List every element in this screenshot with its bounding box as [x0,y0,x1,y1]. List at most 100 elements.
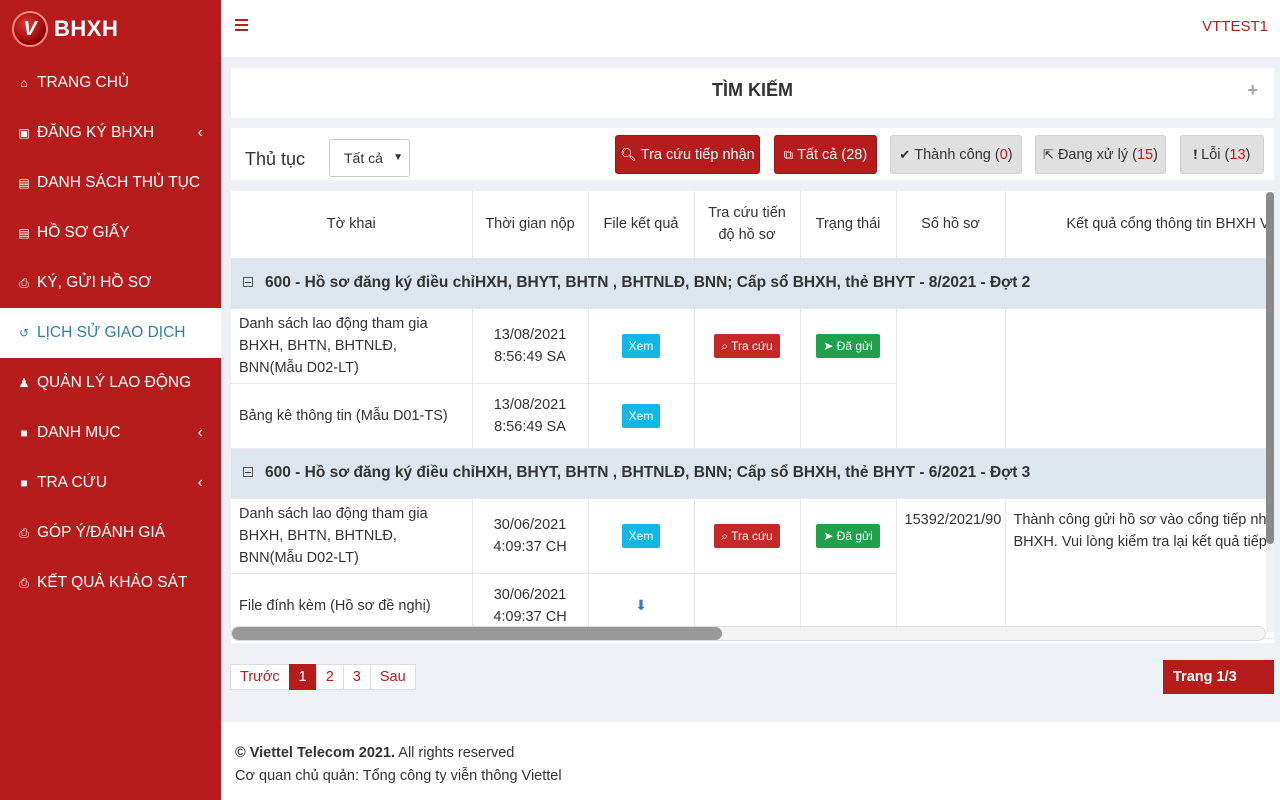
footer: © Viettel Telecom 2021. All rights reser… [221,722,1280,800]
sidebar-item-10[interactable]: ⎙ KẾT QUẢ KHẢO SÁT [0,558,221,608]
cell-track: ⌕ Tra cứu [694,498,801,574]
lookup-reception-button[interactable]: 🔍︎ Tra cứu tiếp nhận [615,135,760,174]
cell-status [800,383,897,449]
col-header-record-no[interactable]: Số hồ sơ [896,191,1006,259]
horizontal-scrollbar[interactable] [231,626,1266,641]
expand-plus-icon[interactable]: + [1247,80,1258,101]
sidebar-item-label: HỒ SƠ GIẤY [37,224,130,241]
print-icon: ⎙ [19,525,29,540]
filter-error-button[interactable]: ❗︎ Lỗi (13) [1180,135,1264,174]
procedure-select[interactable]: Tất cả ▼ [329,139,410,177]
sidebar-item-label: TRA CỨU [37,474,108,491]
group-row[interactable]: 600 - Hồ sơ đăng ký điều chỉHXH, BHYT, B… [231,448,1274,499]
pagination-page-2[interactable]: 2 [315,664,344,690]
footer-copyright-bold: © Viettel Telecom 2021. [235,745,396,761]
sidebar-item-6[interactable]: ♟ QUẢN LÝ LAO ĐỘNG [0,358,221,408]
pagination-page-3[interactable]: 3 [342,664,371,690]
filter-all-button[interactable]: ⧉ Tất cả (28) [774,135,877,174]
download-icon[interactable]: ⬇ [635,597,647,613]
sidebar-item-1[interactable]: ▣ ĐĂNG KÝ BHXH ‹ [0,108,221,158]
sidebar-item-label: QUẢN LÝ LAO ĐỘNG [37,374,192,391]
sidebar-item-label: LỊCH SỬ GIAO DỊCH [37,324,186,341]
pagination-prev[interactable]: Trước [230,664,290,690]
sidebar-item-7[interactable]: ■ DANH MỤC ‹ [0,408,221,458]
col-header-track[interactable]: Tra cứu tiến độ hồ sơ [694,191,801,259]
viettel-logo-icon: V [12,11,48,47]
brand[interactable]: V BHXH [0,0,221,58]
col-header-portal-result[interactable]: Kết quả cổng thông tin BHXH V [1005,191,1274,259]
search-icon: ⌕ [721,528,732,543]
table-body: 600 - Hồ sơ đăng ký điều chỉHXH, BHYT, B… [231,258,1274,639]
print-icon: ⎙ [19,575,29,590]
hamburger-menu-icon[interactable] [235,19,248,33]
submitted-date: 30/06/2021 [493,586,567,603]
cell-form: Bảng kê thông tin (Mẫu D01-TS) [231,383,473,449]
col-header-track-line1: Tra cứu tiến [708,205,786,222]
print-icon: ⎙ [19,275,29,290]
table-row: Danh sách lao động tham gia BHXH, BHTN, … [231,498,1274,639]
status-badge[interactable]: ➤ Đã gửi [816,333,880,358]
search-title: TÌM KIẾM [712,80,793,100]
filter-success-label: Thành công [914,146,991,163]
view-button[interactable]: Xem [621,403,661,428]
chevron-left-icon[interactable]: ‹ [198,474,203,492]
cell-portal-result: Thành công gửi hồ sơ vào cổng tiếp nhận … [1005,498,1274,639]
chevron-left-icon[interactable]: ‹ [198,424,203,442]
user-name[interactable]: VTTEST1 [1202,18,1268,35]
search-panel: TÌM KIẾM + [231,68,1274,118]
cell-submitted: 30/06/2021 4:09:37 CH [472,498,589,574]
id-card-icon: ▣ [18,126,30,140]
col-header-result-file[interactable]: File kết quả [588,191,695,259]
filter-error-count: 13 [1229,146,1246,163]
view-button[interactable]: Xem [621,333,661,358]
sidebar-item-2[interactable]: ▤ DANH SÁCH THỦ TỤC [0,158,221,208]
col-header-form[interactable]: Tờ khai [231,191,473,259]
submitted-date: 30/06/2021 [493,516,567,533]
filter-processing-button[interactable]: ⇱ Đang xử lý (15) [1035,135,1166,174]
col-header-submitted[interactable]: Thời gian nộp [472,191,589,259]
check-icon: ✔ [899,146,911,162]
horizontal-scrollbar-thumb[interactable] [232,627,722,640]
filter-processing-count: 15 [1136,146,1154,163]
pagination: Trước 1 2 3 Sau [230,664,416,690]
vertical-scrollbar[interactable] [1266,192,1274,632]
cell-track: ⌕ Tra cứu [694,308,801,384]
history-table: Tờ khai Thời gian nộp File kết quả Tra c… [231,191,1274,639]
cell-status: ➤ Đã gửi [800,498,897,574]
sidebar-item-0[interactable]: ⌂ TRANG CHỦ [0,58,221,108]
filter-success-button[interactable]: ✔ Thành công (0) [890,135,1022,174]
collapse-minus-icon[interactable] [243,277,253,287]
sidebar-item-5[interactable]: ↺ LỊCH SỬ GIAO DỊCH [0,308,221,358]
exclamation-circle-icon: ❗︎ [1193,146,1198,162]
cell-record-no: 15392/2021/90 [896,498,1006,639]
chevron-left-icon[interactable]: ‹ [198,124,203,142]
lookup-reception-label: Tra cứu tiếp nhận [640,146,755,163]
pagination-page-1[interactable]: 1 [288,664,317,690]
sidebar-item-label: TRANG CHỦ [37,74,130,91]
submitted-date: 13/08/2021 [493,326,567,343]
cell-submitted: 13/08/2021 8:56:49 SA [472,383,589,449]
sidebar-item-3[interactable]: ▤ HỒ SƠ GIẤY [0,208,221,258]
status-label: Đã gửi [836,338,873,353]
sidebar-item-9[interactable]: ⎙ GÓP Ý/ĐÁNH GIÁ [0,508,221,558]
filter-processing-label: Đang xử lý [1057,146,1129,163]
track-button[interactable]: ⌕ Tra cứu [714,523,780,548]
vertical-scrollbar-thumb[interactable] [1266,192,1274,544]
group-cell: 600 - Hồ sơ đăng ký điều chỉHXH, BHYT, B… [231,258,1274,309]
status-badge[interactable]: ➤ Đã gửi [816,523,880,548]
track-label: Tra cứu [731,528,773,543]
status-label: Đã gửi [836,528,873,543]
footer-owner: Cơ quan chủ quản: Tổng công ty viễn thôn… [235,768,562,784]
sidebar-item-label: DANH MỤC [37,424,121,441]
sidebar-item-4[interactable]: ⎙ KÝ, GỬI HỒ SƠ [0,258,221,308]
collapse-minus-icon[interactable] [243,467,253,477]
pagination-next[interactable]: Sau [369,664,416,690]
group-row[interactable]: 600 - Hồ sơ đăng ký điều chỉHXH, BHYT, B… [231,258,1274,309]
submitted-time: 8:56:49 SA [494,348,566,365]
footer-copyright: © Viettel Telecom 2021. All rights reser… [235,742,1266,765]
sidebar-item-8[interactable]: ■ TRA CỨU ‹ [0,458,221,508]
view-button[interactable]: Xem [621,523,661,548]
history-table-container[interactable]: Tờ khai Thời gian nộp File kết quả Tra c… [231,191,1274,643]
col-header-status[interactable]: Trạng thái [800,191,897,259]
track-button[interactable]: ⌕ Tra cứu [714,333,780,358]
